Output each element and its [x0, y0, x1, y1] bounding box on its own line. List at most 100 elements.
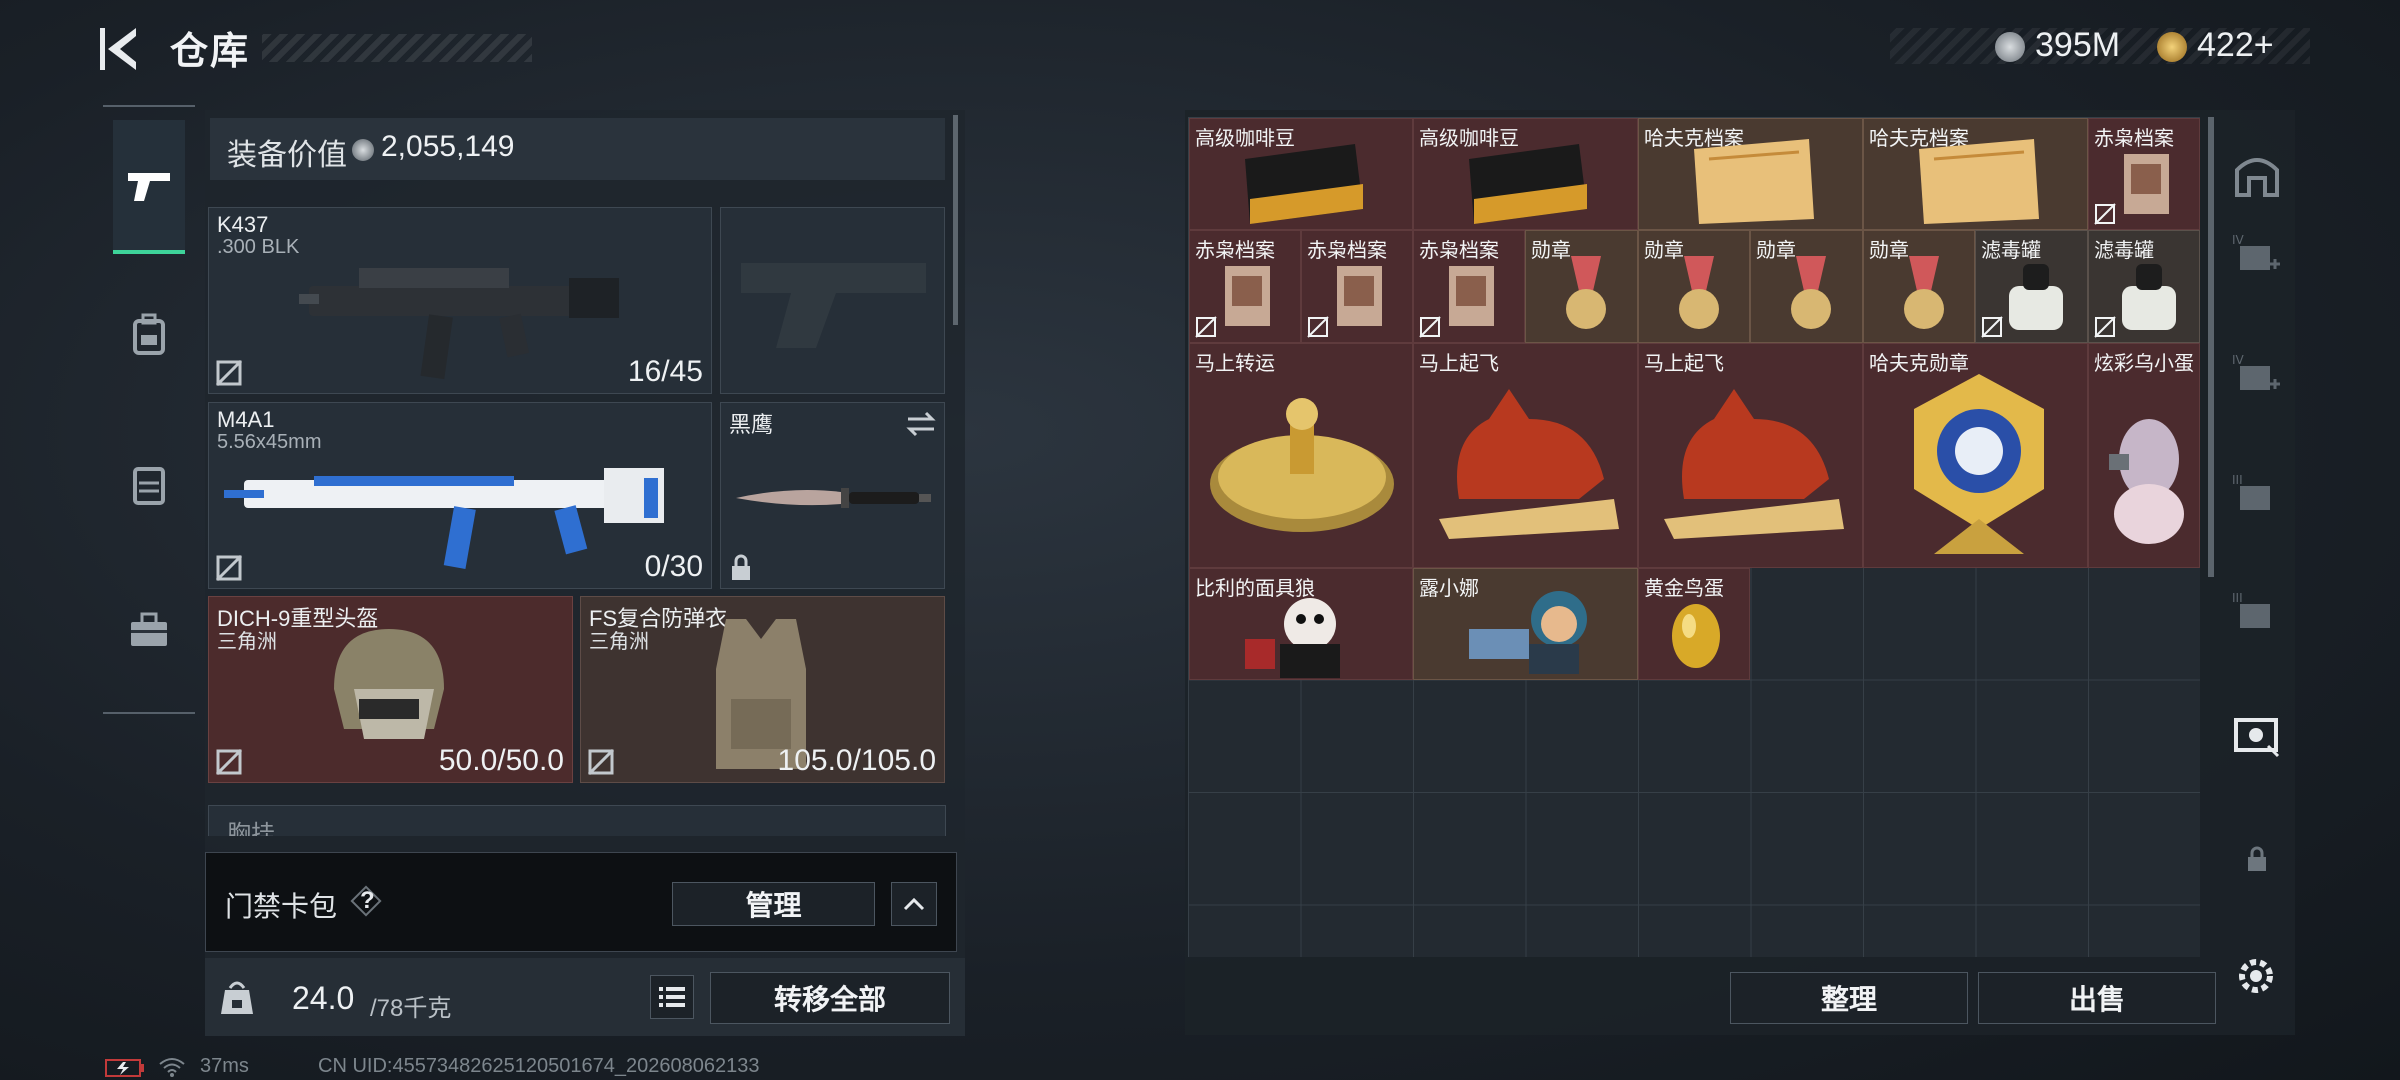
item-medal[interactable]: 勋章	[1750, 230, 1863, 343]
list-icon	[659, 987, 685, 1007]
item-horse-statue[interactable]: 马上起飞	[1413, 343, 1638, 568]
tab-backpack[interactable]	[113, 270, 185, 400]
back-arrow-icon[interactable]	[100, 24, 144, 74]
melee-name: 黑鹰	[729, 412, 774, 437]
file-image	[1337, 266, 1382, 326]
coffee-bag-image	[1469, 144, 1587, 224]
helmet-durability: 50.0/50.0	[438, 744, 564, 777]
medal-image	[1791, 256, 1831, 329]
item-label: 赤枭档案	[1307, 240, 1387, 262]
vest-icon	[133, 467, 165, 505]
primary-weapon-slot[interactable]: K437 .300 BLK 16/45	[208, 207, 712, 394]
tab-case[interactable]	[113, 565, 185, 695]
pistol-slot-empty[interactable]	[720, 207, 945, 394]
sell-button[interactable]: 出售	[1978, 972, 2216, 1024]
item-haavk-file[interactable]: 哈夫克档案	[1863, 118, 2088, 230]
expand-storage-iv-icon[interactable]: IV	[2232, 232, 2282, 282]
svg-text:IV: IV	[2232, 353, 2245, 367]
item-haavk-file[interactable]: 哈夫克档案	[1638, 118, 1863, 230]
weapon-ammo-count: 0/30	[644, 550, 703, 583]
weapon-name: K437	[217, 212, 269, 237]
storage-iii-icon[interactable]: III	[2232, 472, 2282, 522]
secondary-weapon-slot[interactable]: M4A1 5.56x45mm 0/30	[208, 402, 712, 589]
tab-chest-rig[interactable]	[113, 420, 185, 550]
item-filter-canister[interactable]: 滤毒罐	[1975, 230, 2088, 343]
helmet-slot[interactable]: DICH-9重型头盔 三角洲 50.0/50.0	[208, 596, 573, 783]
helmet-image	[334, 629, 444, 739]
horse-statue-image	[1439, 389, 1619, 539]
no-insure-icon	[1419, 316, 1441, 338]
weapon-ammo-count: 16/45	[627, 355, 703, 388]
storage-special-icon[interactable]	[2232, 710, 2282, 760]
expand-storage-iv-icon[interactable]: IV	[2232, 352, 2282, 402]
svg-text:III: III	[2232, 591, 2243, 605]
no-insure-icon	[587, 748, 615, 776]
weapon-ammo-type: .300 BLK	[217, 236, 300, 258]
melee-slot[interactable]: 黑鹰	[720, 402, 945, 589]
item-redowl-file[interactable]: 赤枭档案	[2088, 118, 2200, 230]
equipment-value-label: 装备价值	[227, 139, 347, 172]
item-fortune-wheel[interactable]: 马上转运	[1189, 343, 1413, 568]
item-haavk-medal[interactable]: 哈夫克勋章	[1863, 343, 2088, 568]
helmet-map: 三角洲	[217, 631, 277, 653]
equipment-scrollbar[interactable]	[953, 115, 958, 325]
item-medal[interactable]: 勋章	[1638, 230, 1750, 343]
item-coffee-beans[interactable]: 高级咖啡豆	[1189, 118, 1413, 230]
svg-text:IV: IV	[2232, 233, 2245, 247]
manage-button[interactable]: 管理	[672, 882, 875, 926]
item-medal[interactable]: 勋章	[1525, 230, 1638, 343]
storage-iii-icon[interactable]: III	[2232, 590, 2282, 640]
briefcase-icon	[131, 612, 167, 646]
swap-icon[interactable]	[906, 411, 936, 437]
backpack-icon	[133, 313, 165, 355]
gold-medal-image	[1914, 374, 2044, 554]
sort-button[interactable]: 整理	[1730, 972, 1968, 1024]
canister-image	[2009, 264, 2063, 330]
no-insure-icon	[1981, 316, 2003, 338]
item-label: 赤枭档案	[1419, 240, 1499, 262]
item-label: 马上转运	[1195, 353, 1275, 375]
list-view-button[interactable]	[650, 975, 694, 1019]
item-golden-egg[interactable]: 黄金鸟蛋	[1638, 568, 1750, 680]
warehouse-scrollbar[interactable]	[2208, 117, 2214, 577]
item-horse-statue[interactable]: 马上起飞	[1638, 343, 1863, 568]
gold-currency-value[interactable]: 422+	[2197, 26, 2274, 65]
item-coffee-beans[interactable]: 高级咖啡豆	[1413, 118, 1638, 230]
armor-slot[interactable]: FS复合防弹衣 三角洲 105.0/105.0	[580, 596, 945, 783]
item-colorful-egg[interactable]: 炫彩乌小蛋	[2088, 343, 2200, 568]
chevron-up-icon	[903, 897, 925, 911]
item-billy-mask[interactable]: 比利的面具狼	[1189, 568, 1413, 680]
rifle-image	[224, 468, 664, 569]
item-label: 马上起飞	[1644, 353, 1724, 375]
page-title: 仓库	[170, 31, 251, 73]
item-label: 炫彩乌小蛋	[2094, 353, 2194, 375]
item-medal[interactable]: 勋章	[1863, 230, 1975, 343]
gear-icon[interactable]	[2232, 952, 2280, 1000]
ping-text: 37ms	[200, 1055, 249, 1077]
help-icon[interactable]: ?	[350, 885, 382, 917]
medal-image	[1904, 256, 1944, 329]
battery-icon	[105, 1059, 144, 1077]
svg-text:III: III	[2232, 473, 2243, 487]
item-redowl-file[interactable]: 赤枭档案	[1413, 230, 1525, 343]
item-lu-xiaona[interactable]: 露小娜	[1413, 568, 1638, 680]
transfer-all-button[interactable]: 转移全部	[710, 972, 950, 1024]
medal-image	[1566, 256, 1606, 329]
document-folder-image	[1694, 139, 1814, 224]
item-filter-canister[interactable]: 滤毒罐	[2088, 230, 2200, 343]
chest-rig-slot[interactable]: 胸挂	[208, 805, 946, 836]
puppet-image	[1245, 598, 1340, 678]
tab-weapons[interactable]	[113, 120, 185, 254]
lock-icon	[732, 554, 750, 580]
no-insure-icon	[215, 359, 243, 387]
item-redowl-file[interactable]: 赤枭档案	[1189, 230, 1301, 343]
item-redowl-file[interactable]: 赤枭档案	[1301, 230, 1413, 343]
item-label: 赤枭档案	[1195, 240, 1275, 262]
pistol-placeholder-icon	[741, 263, 926, 348]
file-image	[1225, 266, 1270, 326]
no-insure-icon	[2094, 203, 2116, 225]
golden-egg-image	[1672, 604, 1720, 668]
warehouse-home-icon[interactable]	[2232, 150, 2282, 200]
expand-button[interactable]	[891, 882, 937, 926]
help-mark: ?	[360, 887, 375, 914]
